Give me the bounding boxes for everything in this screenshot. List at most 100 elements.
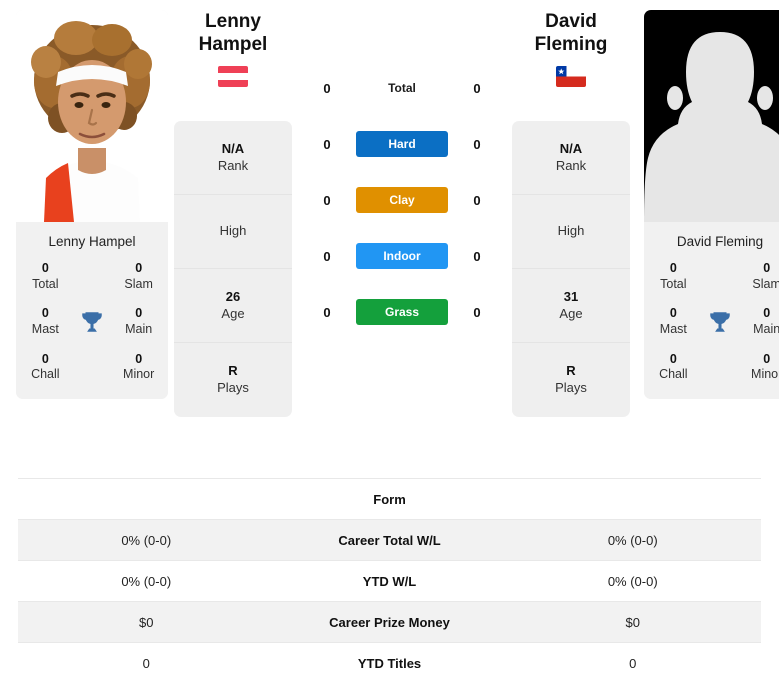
left-title-minor: 0 Minor xyxy=(115,352,162,383)
h2h-total-left-value: 0 xyxy=(323,80,331,96)
h2h-total-label: Total xyxy=(388,81,416,95)
right-info-column: David Fleming N/A Rank High 31 Age R Pla… xyxy=(506,0,636,418)
right-player-card[interactable]: David Fleming 0 Total 0 Slam 0 Mast 0 Ma… xyxy=(644,10,779,399)
h2h-row-hard: 0 Hard 0 xyxy=(298,116,506,172)
table-row-ytd-wl: 0% (0-0) YTD W/L 0% (0-0) xyxy=(18,560,761,601)
right-info-age-label: Age xyxy=(559,305,583,321)
right-title-minor-value: 0 xyxy=(763,351,771,366)
left-player-card[interactable]: Lenny Hampel 0 Total 0 Slam 0 Mast 0 Mai… xyxy=(16,10,168,399)
right-player-card-name: David Fleming xyxy=(644,222,779,261)
right-title-chall-label: Chall xyxy=(659,367,688,382)
h2h-clay-badge[interactable]: Clay xyxy=(356,187,448,213)
right-player-name-last: Fleming xyxy=(534,34,608,56)
h2h-hard-badge[interactable]: Hard xyxy=(356,131,448,157)
ytd-titles-left-value: 0 xyxy=(142,655,150,671)
form-label: Form xyxy=(373,491,406,507)
right-title-minor-label: Minor xyxy=(751,367,779,382)
left-player-name-last: Hampel xyxy=(198,34,268,56)
table-row-career-prize-money: $0 Career Prize Money $0 xyxy=(18,601,761,642)
trophy-icon xyxy=(69,309,116,335)
right-title-main-value: 0 xyxy=(763,306,771,321)
right-title-chall-value: 0 xyxy=(669,351,677,366)
left-title-main: 0 Main xyxy=(115,306,162,337)
left-player-column: Lenny Hampel 0 Total 0 Slam 0 Mast 0 Mai… xyxy=(0,0,168,399)
right-player-column: David Fleming 0 Total 0 Slam 0 Mast 0 Ma… xyxy=(636,0,779,399)
left-player-photo xyxy=(16,10,168,222)
ytd-wl-left-value: 0% (0-0) xyxy=(121,573,172,589)
left-player-card-name: Lenny Hampel xyxy=(16,222,168,261)
left-info-rank-value: N/A xyxy=(221,140,245,156)
right-player-name-first: David xyxy=(545,11,597,32)
left-info-high-label: High xyxy=(219,223,247,239)
h2h-clay-left-value: 0 xyxy=(323,192,331,208)
right-info-plays: R Plays xyxy=(512,343,630,417)
table-row-ytd-titles: 0 YTD Titles 0 xyxy=(18,642,761,683)
right-title-mast: 0 Mast xyxy=(650,306,697,337)
left-info-age-value: 26 xyxy=(225,288,241,304)
table-row-career-total-wl: 0% (0-0) Career Total W/L 0% (0-0) xyxy=(18,519,761,560)
right-info-plays-value: R xyxy=(566,363,576,379)
career-total-wl-label: Career Total W/L xyxy=(338,532,441,548)
career-total-wl-left-value: 0% (0-0) xyxy=(121,532,172,548)
left-title-minor-label: Minor xyxy=(123,367,155,382)
austria-flag-icon xyxy=(218,66,248,88)
ytd-wl-label: YTD W/L xyxy=(362,573,417,589)
table-row-form: Form xyxy=(18,478,761,519)
left-info-rank: N/A Rank xyxy=(174,121,292,196)
right-title-mast-label: Mast xyxy=(659,321,687,336)
left-title-slam-value: 0 xyxy=(135,261,143,275)
career-prize-money-label: Career Prize Money xyxy=(329,614,450,630)
h2h-grass-left-value: 0 xyxy=(323,304,331,320)
h2h-indoor-badge[interactable]: Indoor xyxy=(356,243,448,269)
right-player-name[interactable]: David Fleming xyxy=(506,10,636,56)
ytd-titles-right-value: 0 xyxy=(629,655,637,671)
h2h-total-right-value: 0 xyxy=(473,80,481,96)
h2h-clay-right-value: 0 xyxy=(473,192,481,208)
right-info-age: 31 Age xyxy=(512,269,630,344)
right-info-plays-label: Plays xyxy=(555,380,587,396)
career-prize-money-right-value: $0 xyxy=(625,614,640,630)
h2h-indoor-left-value: 0 xyxy=(323,248,331,264)
ytd-titles-label: YTD Titles xyxy=(357,655,422,671)
left-title-slam-label: Slam xyxy=(124,276,153,291)
left-title-chall: 0 Chall xyxy=(22,352,69,383)
right-info-age-value: 31 xyxy=(563,288,579,304)
h2h-grass-right-value: 0 xyxy=(473,304,481,320)
right-player-photo xyxy=(644,10,779,222)
right-title-total-value: 0 xyxy=(669,261,677,275)
h2h-hard-right-value: 0 xyxy=(473,136,481,152)
left-player-name-first: Lenny xyxy=(205,11,261,32)
left-title-main-value: 0 xyxy=(135,306,143,321)
right-info-card: N/A Rank High 31 Age R Plays xyxy=(512,121,630,418)
right-title-slam-label: Slam xyxy=(752,276,779,291)
right-title-slam-value: 0 xyxy=(763,261,771,275)
left-title-total-label: Total xyxy=(32,276,59,291)
left-title-mast: 0 Mast xyxy=(22,306,69,337)
left-player-name[interactable]: Lenny Hampel xyxy=(168,10,298,56)
left-title-slam: 0 Slam xyxy=(115,261,162,292)
right-title-total-label: Total xyxy=(660,276,687,291)
left-info-plays: R Plays xyxy=(174,343,292,417)
h2h-hard-left-value: 0 xyxy=(323,136,331,152)
right-title-chall: 0 Chall xyxy=(650,352,697,383)
left-info-age-label: Age xyxy=(221,305,245,321)
left-info-card: N/A Rank High 26 Age R Plays xyxy=(174,121,292,418)
left-title-mast-label: Mast xyxy=(31,321,59,336)
left-info-plays-label: Plays xyxy=(217,380,249,396)
left-info-plays-value: R xyxy=(228,363,238,379)
right-info-high: High xyxy=(512,195,630,270)
right-info-rank-value: N/A xyxy=(559,140,583,156)
stats-table: Form 0% (0-0) Career Total W/L 0% (0-0) … xyxy=(0,478,779,683)
right-title-minor: 0 Minor xyxy=(743,352,779,383)
right-info-rank-label: Rank xyxy=(555,157,587,173)
career-prize-money-left-value: $0 xyxy=(139,614,154,630)
h2h-row-total: 0 Total 0 xyxy=(298,60,506,116)
right-title-mast-value: 0 xyxy=(669,306,677,321)
right-info-high-label: High xyxy=(557,223,585,239)
h2h-grass-badge[interactable]: Grass xyxy=(356,299,448,325)
left-title-chall-label: Chall xyxy=(31,367,60,382)
left-title-mast-value: 0 xyxy=(41,306,49,321)
left-info-age: 26 Age xyxy=(174,269,292,344)
head-to-head-list: 0 Total 0 0 Hard 0 0 Clay 0 0 Indoor 0 0… xyxy=(298,60,506,340)
right-title-total: 0 Total xyxy=(650,261,697,292)
